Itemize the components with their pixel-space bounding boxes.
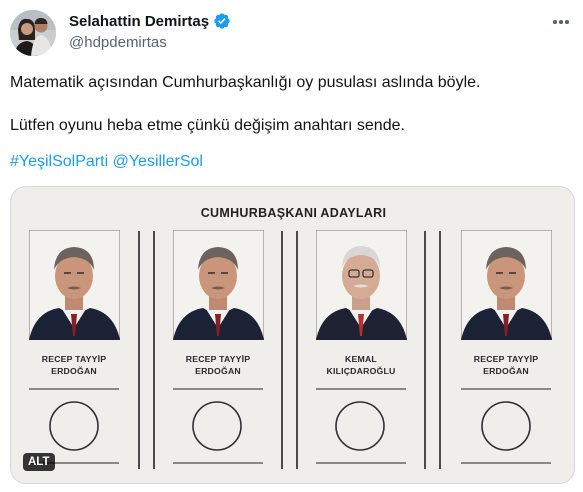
author-handle[interactable]: @hdpdemirtas [69, 34, 167, 51]
post-text-line-1: Matematik açısından Cumhurbaşkanlığı oy … [10, 74, 481, 91]
alt-text-button[interactable]: ALT [23, 453, 55, 471]
avatar[interactable] [10, 10, 56, 56]
post-text-line-2: Lütfen oyunu heba etme çünkü değişim ana… [10, 117, 405, 134]
candidate-photo-1 [29, 230, 120, 340]
post-tags: #YeşilSolParti @YesillerSol [10, 153, 203, 171]
mention-link[interactable]: @YesillerSol [113, 153, 203, 170]
candidate-name-1: RECEP TAYYİP ERDOĞAN [41, 354, 107, 376]
verified-badge-icon [214, 13, 230, 29]
candidate-photo-4 [461, 230, 552, 340]
candidate-photo-2 [173, 230, 264, 340]
hashtag-link[interactable]: #YeşilSolParti [10, 153, 108, 170]
candidate-photo-3 [316, 230, 407, 340]
candidate-name-3: KEMAL KILIÇDAROĞLU [326, 354, 396, 376]
post-image-ballot[interactable]: CUMHURBAŞKANI ADAYLARI RECEP TAYYİP ERDOĞ… [10, 186, 575, 484]
ballot-title: CUMHURBAŞKANI ADAYLARI [200, 206, 387, 220]
more-options-icon[interactable] [549, 12, 573, 32]
author-display-name[interactable]: Selahattin Demirtaş [69, 13, 209, 30]
candidate-name-2: RECEP TAYYİP ERDOĞAN [185, 354, 251, 376]
candidate-name-4: RECEP TAYYİP ERDOĞAN [473, 354, 539, 376]
post-header: Selahattin Demirtaş @hdpdemirtas [10, 8, 575, 58]
